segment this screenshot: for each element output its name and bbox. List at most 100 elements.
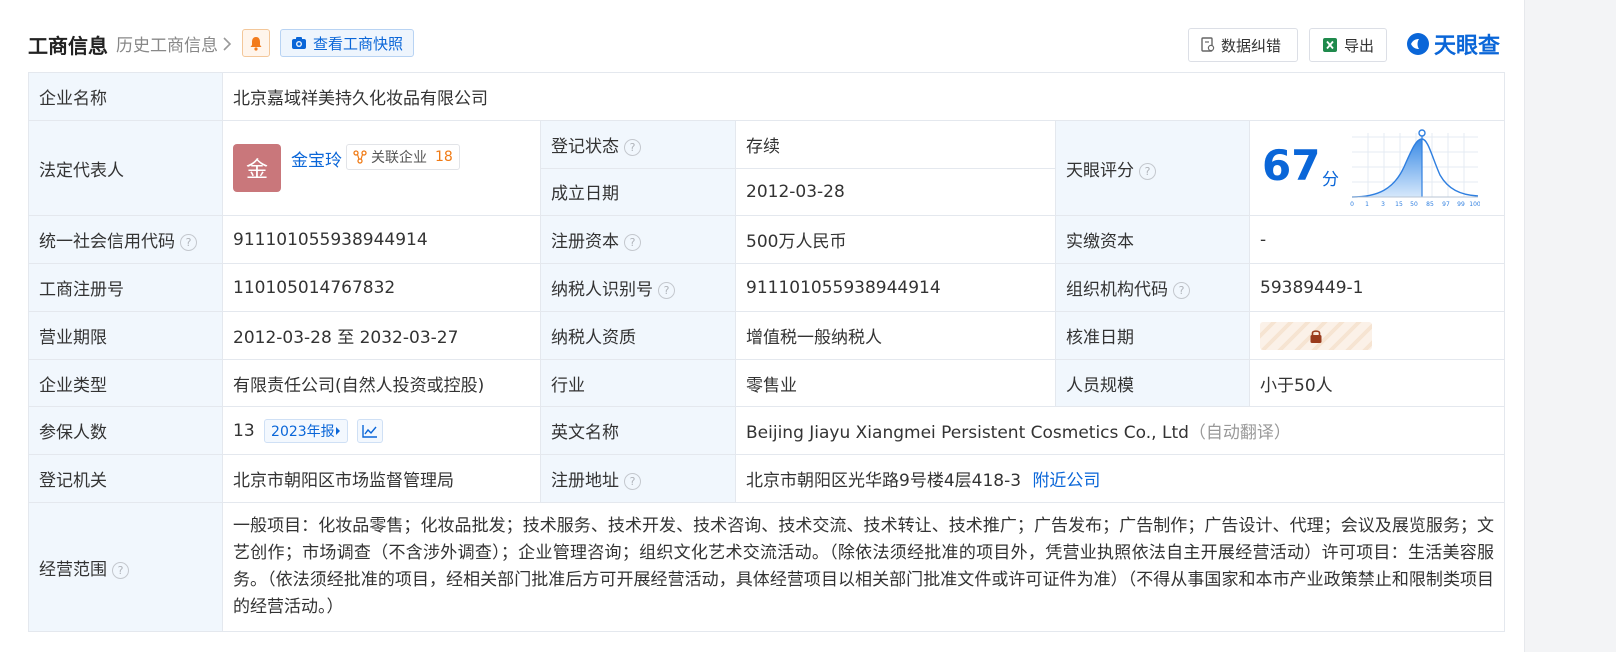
- score-axis-tick: 85: [1426, 201, 1434, 208]
- table-row: 经营范围? 一般项目：化妆品零售；化妆品批发；技术服务、技术开发、技术咨询、技术…: [28, 502, 1506, 632]
- founded-label: 成立日期: [540, 167, 736, 216]
- industry-value: 零售业: [735, 359, 1056, 407]
- table-row: 工商注册号 110105014767832 纳税人识别号? 9111010559…: [28, 263, 1506, 312]
- score-label: 天眼评分: [1066, 160, 1134, 181]
- reg-capital-label-cell: 注册资本?: [540, 215, 736, 264]
- reg-capital-label: 注册资本: [551, 232, 619, 252]
- correction-label: 数据纠错: [1221, 36, 1282, 55]
- table-row: 参保人数 13 2023年报 英文名称 Beijing Jiayu Xiangm…: [28, 406, 1506, 455]
- export-button[interactable]: 导出: [1309, 28, 1387, 62]
- address-label: 注册地址: [551, 471, 619, 491]
- status-label: 登记状态: [551, 136, 619, 157]
- en-name-cell: Beijing Jiayu Xiangmei Persistent Cosmet…: [734, 406, 1506, 455]
- related-label: 关联企业: [371, 150, 427, 166]
- term-value: 2012-03-28 至 2032-03-27: [222, 311, 541, 360]
- org-code-value: 59389449-1: [1248, 263, 1506, 312]
- legal-rep-avatar[interactable]: 金: [233, 144, 281, 192]
- insured-trend-button[interactable]: [357, 418, 384, 443]
- en-name-value: Beijing Jiayu Xiangmei Persistent Cosmet…: [746, 423, 1189, 443]
- status-label-cell: 登记状态?: [540, 120, 736, 169]
- en-name-note: （自动翻译）: [1188, 423, 1291, 443]
- staff-value: 小于50人: [1248, 359, 1506, 407]
- table-row: 统一社会信用代码? 911101055938944914 注册资本? 500万人…: [28, 215, 1506, 264]
- camera-icon: [292, 37, 306, 49]
- caret-right-icon: [335, 426, 340, 435]
- help-icon[interactable]: ?: [624, 473, 641, 490]
- relation-graph-icon: [353, 150, 367, 164]
- address-cell: 北京市朝阳区光华路9号楼4层418-3 附近公司: [734, 454, 1506, 503]
- score-axis-tick: 99: [1457, 201, 1465, 208]
- legal-rep-cell: 金 金宝玲 关联企业 18: [222, 120, 541, 216]
- score-distribution-chart: 0 1 3 15 50 85 97 99 100: [1350, 129, 1480, 208]
- industry-label: 行业: [540, 359, 736, 407]
- business-info-table: 企业名称 北京嘉域祥美持久化妆品有限公司 法定代表人 金 金宝玲 关联企业 18…: [28, 72, 1506, 632]
- score-label-cell: 天眼评分?: [1055, 120, 1250, 216]
- paid-capital-value: -: [1248, 215, 1506, 264]
- taxpayer-id-label-cell: 纳税人识别号?: [540, 263, 736, 312]
- score-axis-tick: 0: [1350, 201, 1354, 208]
- authority-value: 北京市朝阳区市场监督管理局: [222, 454, 541, 503]
- score-value: 67: [1262, 141, 1321, 190]
- insured-value: 13: [233, 420, 255, 441]
- section-title: 工商信息: [28, 34, 108, 58]
- table-row: 企业名称 北京嘉域祥美持久化妆品有限公司: [28, 72, 1506, 121]
- tax-qual-value: 增值税一般纳税人: [735, 311, 1056, 360]
- right-scroll-gutter: [1524, 0, 1616, 652]
- help-icon[interactable]: ?: [180, 234, 197, 251]
- tianyancha-logo: 天眼查: [1406, 28, 1500, 60]
- history-info-link[interactable]: 历史工商信息: [116, 31, 232, 56]
- scope-label: 经营范围: [39, 559, 107, 580]
- tax-qual-label: 纳税人资质: [540, 311, 736, 360]
- locked-value-button[interactable]: [1260, 321, 1372, 350]
- help-icon[interactable]: ?: [1139, 162, 1156, 180]
- reg-no-value: 110105014767832: [222, 263, 541, 312]
- help-icon[interactable]: ?: [1173, 282, 1190, 299]
- org-code-label-cell: 组织机构代码?: [1055, 263, 1250, 312]
- company-name-label: 企业名称: [28, 72, 223, 121]
- type-label: 企业类型: [28, 359, 223, 407]
- logo-eye-icon: [1407, 33, 1429, 55]
- nearby-companies-link[interactable]: 附近公司: [1032, 471, 1100, 491]
- chevron-right-icon: [223, 36, 232, 51]
- authority-label: 登记机关: [28, 454, 223, 503]
- help-icon[interactable]: ?: [624, 234, 641, 251]
- help-icon[interactable]: ?: [624, 138, 641, 156]
- related-companies-badge[interactable]: 关联企业 18: [346, 144, 460, 170]
- section-header: 工商信息 历史工商信息 查看工商快照 数据纠错 导出 天眼查: [28, 0, 1504, 72]
- legal-rep-label: 法定代表人: [28, 120, 223, 216]
- org-code-label: 组织机构代码: [1066, 280, 1168, 300]
- company-name-value: 北京嘉域祥美持久化妆品有限公司: [221, 72, 1506, 121]
- table-row: 法定代表人 金 金宝玲 关联企业 18 登记状态? 存续 天眼评分? 67 分: [28, 120, 1506, 216]
- history-info-label: 历史工商信息: [116, 36, 218, 56]
- legal-rep-name[interactable]: 金宝玲: [291, 146, 342, 171]
- reg-no-label: 工商注册号: [28, 263, 223, 312]
- data-correction-button[interactable]: 数据纠错: [1188, 28, 1298, 62]
- help-icon[interactable]: ?: [658, 282, 675, 299]
- score-axis-tick: 1: [1365, 201, 1369, 208]
- insured-label: 参保人数: [28, 406, 223, 455]
- table-row: 营业期限 2012-03-28 至 2032-03-27 纳税人资质 增值税一般…: [28, 311, 1506, 360]
- annual-report-year-button[interactable]: 2023年报: [264, 418, 348, 443]
- credit-code-label-cell: 统一社会信用代码?: [28, 215, 223, 264]
- approve-date-cell: [1248, 311, 1506, 360]
- status-value: 存续: [735, 120, 1056, 169]
- monitor-bell-button[interactable]: [242, 29, 270, 57]
- en-name-label: 英文名称: [540, 406, 736, 455]
- score-axis-tick: 3: [1381, 201, 1385, 208]
- annual-report-year-label: 2023年报: [271, 423, 335, 440]
- type-value: 有限责任公司(自然人投资或控股): [222, 359, 541, 407]
- taxpayer-id-value: 911101055938944914: [735, 263, 1056, 312]
- score-cell[interactable]: 67 分 0 1 3 15 50 85 97 99 100: [1248, 120, 1506, 216]
- founded-value: 2012-03-28: [735, 167, 1056, 216]
- help-icon[interactable]: ?: [112, 561, 129, 579]
- score-axis-tick: 50: [1410, 201, 1418, 208]
- paid-capital-label: 实缴资本: [1055, 215, 1250, 264]
- address-label-cell: 注册地址?: [540, 454, 736, 503]
- table-row: 登记机关 北京市朝阳区市场监督管理局 注册地址? 北京市朝阳区光华路9号楼4层4…: [28, 454, 1506, 503]
- taxpayer-id-label: 纳税人识别号: [551, 280, 653, 300]
- scope-value: 一般项目：化妆品零售；化妆品批发；技术服务、技术开发、技术咨询、技术交流、技术转…: [221, 502, 1506, 632]
- logo-text: 天眼查: [1434, 34, 1501, 59]
- lock-icon: [1310, 329, 1322, 343]
- staff-label: 人员规模: [1055, 359, 1250, 407]
- snapshot-button[interactable]: 查看工商快照: [280, 29, 415, 57]
